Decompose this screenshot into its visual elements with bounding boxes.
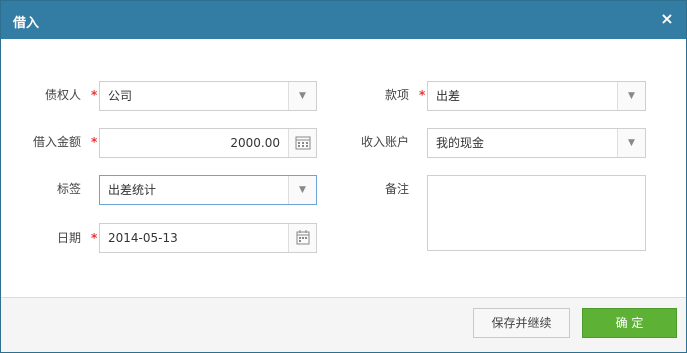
amount-required-mark: * [91,135,98,149]
dialog-footer: 保存并继续 确 定 [1,297,686,352]
date-value: 2014-05-13 [108,231,178,245]
memo-textarea[interactable] [427,175,646,251]
chevron-down-icon[interactable]: ▼ [288,176,316,204]
account-value: 我的现金 [436,136,485,150]
item-label: 款项 [384,88,409,102]
dialog-title: 借入 [13,16,40,31]
creditor-value: 公司 [108,89,133,103]
close-icon[interactable]: × [658,10,676,28]
ok-button[interactable]: 确 定 [582,308,677,338]
borrow-dialog: 借入 × 债权人 * 公司 ▼ 借入金额 * 2000.00 标签 出差统计 ▼ [0,0,687,353]
account-label: 收入账户 [360,135,409,149]
chevron-down-icon[interactable]: ▼ [617,82,645,110]
chevron-down-icon[interactable]: ▼ [288,82,316,110]
date-required-mark: * [91,231,98,245]
creditor-required-mark: * [91,88,98,102]
amount-input[interactable]: 2000.00 [99,128,317,158]
dialog-titlebar: 借入 × [1,1,686,39]
tag-value: 出差统计 [108,183,157,197]
item-required-mark: * [419,88,426,102]
creditor-select[interactable]: 公司 ▼ [99,81,317,111]
tag-label: 标签 [56,182,81,196]
creditor-label: 债权人 [44,88,81,102]
memo-label: 备注 [384,182,409,196]
chevron-down-icon[interactable]: ▼ [617,129,645,157]
save-and-continue-button[interactable]: 保存并继续 [473,308,570,338]
date-input[interactable]: 2014-05-13 [99,223,317,253]
item-value: 出差 [436,89,461,103]
account-select[interactable]: 我的现金 ▼ [427,128,646,158]
amount-label: 借入金额 [32,135,81,149]
calendar-icon[interactable] [288,224,316,252]
amount-value: 2000.00 [230,136,280,150]
tag-select[interactable]: 出差统计 ▼ [99,175,317,205]
item-select[interactable]: 出差 ▼ [427,81,646,111]
calculator-icon[interactable] [288,129,316,157]
date-label: 日期 [56,231,81,245]
